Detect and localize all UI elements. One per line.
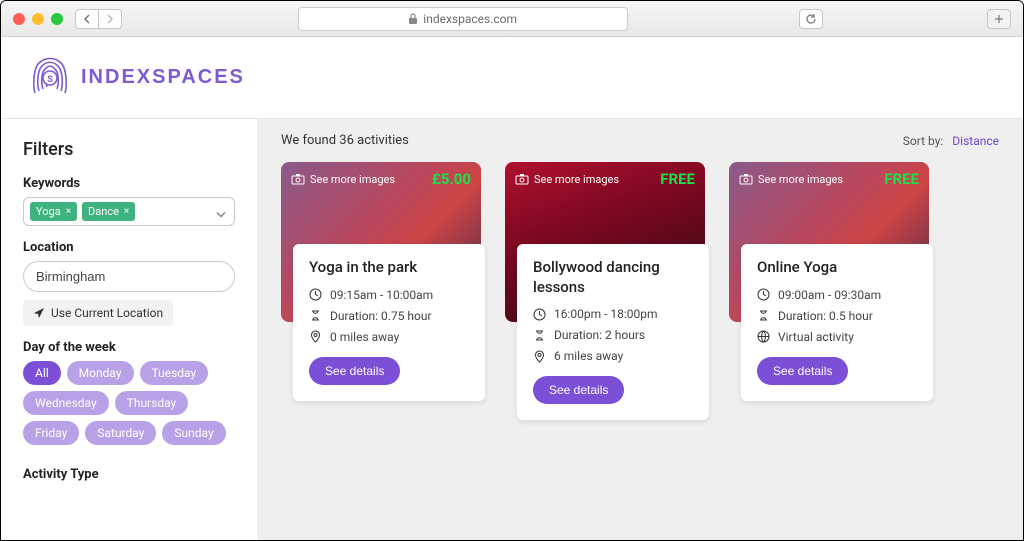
activity-card: See more images £5.00 Yoga in the park 0…: [281, 162, 481, 322]
see-details-button[interactable]: See details: [309, 357, 400, 385]
back-button[interactable]: [75, 9, 99, 29]
use-current-location-label: Use Current Location: [51, 306, 163, 320]
day-pill-all[interactable]: All: [23, 361, 61, 385]
price-badge: £5.00: [432, 170, 471, 188]
see-more-images-link[interactable]: See more images: [515, 173, 619, 186]
location-arrow-icon: [33, 307, 45, 319]
card-body: Bollywood dancing lessons 16:00pm - 18:0…: [517, 244, 709, 420]
pin-icon: [533, 350, 546, 363]
day-pill-wednesday[interactable]: Wednesday: [23, 391, 109, 415]
results-count: We found 36 activities: [281, 133, 409, 148]
day-pill-tuesday[interactable]: Tuesday: [140, 361, 209, 385]
titlebar: indexspaces.com: [1, 1, 1023, 37]
card-title: Online Yoga: [757, 258, 917, 278]
day-pill-monday[interactable]: Monday: [67, 361, 134, 385]
lock-icon: [408, 13, 418, 25]
keyword-chip[interactable]: Yoga ×: [30, 202, 77, 221]
keywords-label: Keywords: [23, 176, 235, 191]
day-pill-saturday[interactable]: Saturday: [85, 421, 156, 445]
globe-icon: [757, 330, 770, 343]
fingerprint-icon: S: [29, 53, 71, 103]
chip-label: Dance: [88, 205, 119, 218]
card-body: Yoga in the park 09:15am - 10:00am Durat…: [293, 244, 485, 401]
content: Filters Keywords Yoga × Dance × Location: [1, 119, 1023, 540]
location-label: Location: [23, 240, 235, 255]
card-body: Online Yoga 09:00am - 09:30am Duration: …: [741, 244, 933, 401]
camera-icon: [515, 173, 529, 185]
day-pills: All Monday Tuesday Wednesday Thursday Fr…: [23, 361, 235, 445]
meta-distance: 6 miles away: [533, 349, 693, 363]
see-more-images-link[interactable]: See more images: [291, 173, 395, 186]
day-pill-friday[interactable]: Friday: [23, 421, 79, 445]
site-header: S INDEXSPACES: [1, 37, 1023, 119]
clock-icon: [757, 288, 770, 301]
results-main: We found 36 activities Sort by: Distance…: [257, 119, 1023, 540]
meta-time: 16:00pm - 18:00pm: [533, 307, 693, 321]
meta-duration: Duration: 0.5 hour: [757, 309, 917, 323]
address-bar[interactable]: indexspaces.com: [298, 7, 628, 31]
keyword-chip[interactable]: Dance ×: [82, 202, 135, 221]
chevron-down-icon[interactable]: [216, 202, 226, 221]
url-text: indexspaces.com: [423, 12, 517, 26]
day-pill-sunday[interactable]: Sunday: [162, 421, 225, 445]
forward-button[interactable]: [98, 9, 122, 29]
hourglass-icon: [757, 309, 770, 322]
close-window-button[interactable]: [13, 13, 25, 25]
see-more-images-link[interactable]: See more images: [739, 173, 843, 186]
see-details-button[interactable]: See details: [757, 357, 848, 385]
sort-label: Sort by:: [903, 134, 944, 148]
nav-buttons: [75, 9, 122, 29]
pin-icon: [309, 330, 322, 343]
meta-duration: Duration: 2 hours: [533, 328, 693, 342]
clock-icon: [533, 308, 546, 321]
browser-window: indexspaces.com S INDEXSPACES: [0, 0, 1024, 541]
activity-card: See more images FREE Bollywood dancing l…: [505, 162, 705, 322]
filters-title: Filters: [23, 139, 235, 160]
hourglass-icon: [309, 309, 322, 322]
meta-time: 09:15am - 10:00am: [309, 288, 469, 302]
keywords-input[interactable]: Yoga × Dance ×: [23, 197, 235, 226]
hourglass-icon: [533, 329, 546, 342]
meta-distance: 0 miles away: [309, 330, 469, 344]
results-header: We found 36 activities Sort by: Distance: [281, 133, 999, 148]
card-title: Bollywood dancing lessons: [533, 258, 693, 297]
brand-name: INDEXSPACES: [81, 66, 245, 89]
maximize-window-button[interactable]: [51, 13, 63, 25]
card-title: Yoga in the park: [309, 258, 469, 278]
window-controls: [13, 13, 63, 25]
minimize-window-button[interactable]: [32, 13, 44, 25]
price-badge: FREE: [660, 170, 695, 188]
new-tab-button[interactable]: [987, 9, 1011, 29]
camera-icon: [291, 173, 305, 185]
meta-virtual: Virtual activity: [757, 330, 917, 344]
remove-chip-icon[interactable]: ×: [124, 206, 129, 217]
sort-control: Sort by: Distance: [903, 134, 999, 148]
sort-value[interactable]: Distance: [952, 134, 999, 148]
remove-chip-icon[interactable]: ×: [66, 206, 71, 217]
filters-sidebar: Filters Keywords Yoga × Dance × Location: [1, 119, 257, 540]
location-input[interactable]: [23, 261, 235, 292]
cards-row: See more images £5.00 Yoga in the park 0…: [281, 162, 999, 322]
brand-logo[interactable]: S INDEXSPACES: [29, 53, 245, 103]
use-current-location-button[interactable]: Use Current Location: [23, 300, 173, 326]
chip-label: Yoga: [36, 205, 61, 218]
activity-type-label: Activity Type: [23, 467, 235, 482]
activity-card: See more images FREE Online Yoga 09:00am…: [729, 162, 929, 322]
day-of-week-label: Day of the week: [23, 340, 235, 355]
clock-icon: [309, 288, 322, 301]
svg-text:S: S: [47, 75, 53, 85]
reload-button[interactable]: [799, 9, 823, 29]
meta-duration: Duration: 0.75 hour: [309, 309, 469, 323]
see-details-button[interactable]: See details: [533, 376, 624, 404]
camera-icon: [739, 173, 753, 185]
day-pill-thursday[interactable]: Thursday: [115, 391, 189, 415]
meta-time: 09:00am - 09:30am: [757, 288, 917, 302]
price-badge: FREE: [884, 170, 919, 188]
